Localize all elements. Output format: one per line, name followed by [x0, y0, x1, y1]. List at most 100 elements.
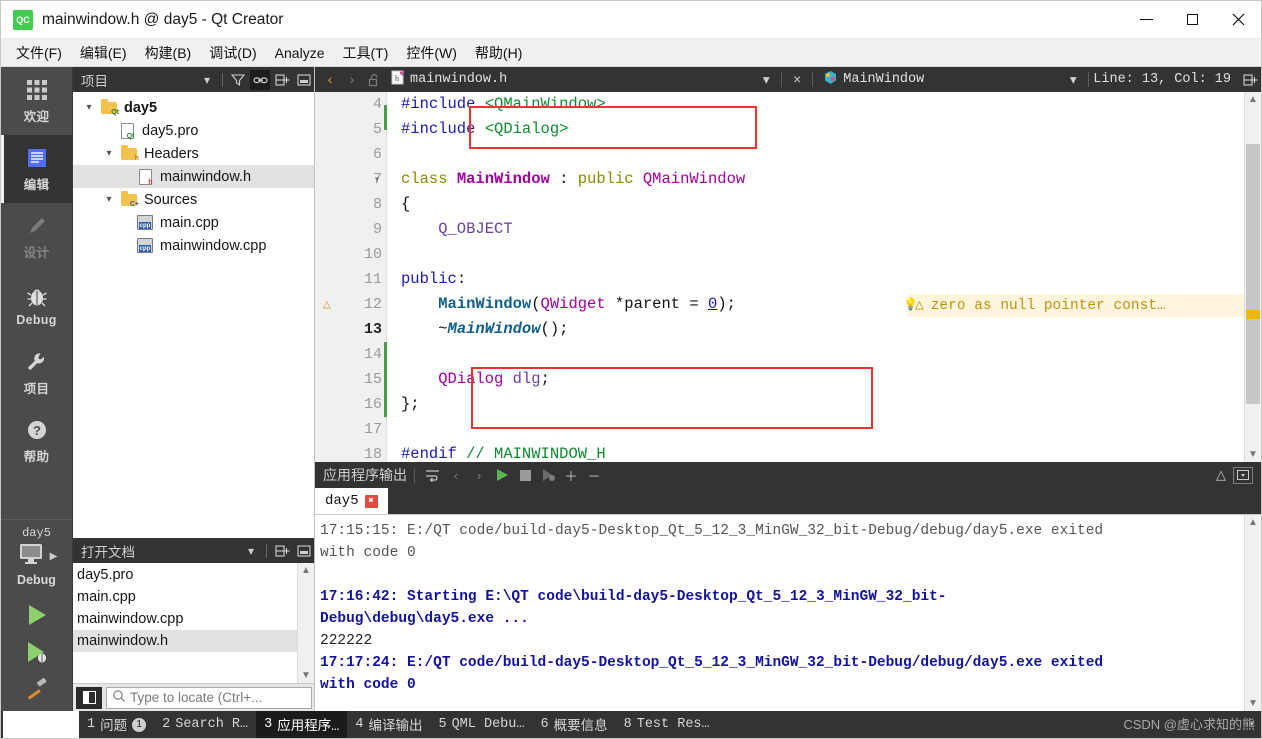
pane-dropdown-icon[interactable]: ▾ — [197, 70, 217, 90]
wrap-lines-icon[interactable] — [422, 464, 444, 486]
scroll-down-icon[interactable]: ▼ — [1248, 449, 1258, 460]
open-doc-main-cpp[interactable]: main.cpp — [73, 586, 297, 608]
locator-input[interactable]: Type to locate (Ctrl+... — [106, 686, 312, 709]
split-icon[interactable] — [1239, 69, 1261, 91]
scroll-up-icon[interactable]: ▲ — [1248, 517, 1258, 528]
mode-edit[interactable]: 编辑 — [1, 135, 72, 203]
tree-item-mainwindow-h[interactable]: h mainwindow.h — [73, 165, 314, 188]
mode-debug[interactable]: Debug — [1, 271, 72, 339]
mode-selector: 欢迎 编辑 设计 Debug 项目 ? 帮助 day5 ▶ Debug — [1, 67, 73, 711]
lightbulb-icon[interactable]: 💡 — [903, 297, 918, 312]
code-text-area[interactable]: #include <QMainWindow> #include <QDialog… — [387, 92, 1244, 462]
split-icon[interactable] — [272, 70, 292, 90]
split-icon[interactable] — [272, 541, 292, 561]
output-scrollbar[interactable]: ▲ ▼ — [1244, 515, 1261, 711]
filter-icon[interactable] — [228, 70, 248, 90]
minimize-button[interactable] — [1123, 1, 1169, 39]
code-editor[interactable]: 4 5 6 7 ▾ 8 9 10 11 △ 12 13 14 15 16 17 … — [315, 92, 1261, 462]
menu-build[interactable]: 构建(B) — [136, 40, 201, 66]
menu-edit[interactable]: 编辑(E) — [71, 40, 136, 66]
gutter-line-warning[interactable]: △ 12 — [315, 292, 386, 317]
fold-chevron-icon[interactable]: ▾ — [374, 174, 380, 186]
open-doc-day5-pro[interactable]: day5.pro — [73, 564, 297, 586]
twisty-icon[interactable]: ▾ — [99, 194, 119, 205]
mode-help[interactable]: ? 帮助 — [1, 407, 72, 475]
tree-item-mainwindow-cpp[interactable]: cpp mainwindow.cpp — [73, 234, 314, 257]
menu-help[interactable]: 帮助(H) — [466, 40, 531, 66]
menu-tools[interactable]: 工具(T) — [333, 40, 397, 66]
scroll-down-icon[interactable]: ▼ — [301, 670, 311, 681]
symbol-dropdown-icon[interactable]: ▾ — [1062, 69, 1084, 91]
status-tab-qml-debugger[interactable]: 5 QML Debu… — [430, 714, 532, 735]
project-tree[interactable]: ▾ Qt day5 Qt day5.pro ▾ h Headers h main… — [73, 92, 314, 538]
twisty-icon[interactable]: ▾ — [99, 148, 119, 159]
kit-selector[interactable]: day5 ▶ Debug — [1, 520, 72, 591]
open-doc-mainwindow-h[interactable]: mainwindow.h — [73, 630, 297, 652]
scroll-up-icon[interactable]: ▲ — [301, 565, 311, 576]
tree-item-headers[interactable]: ▾ h Headers — [73, 142, 314, 165]
maximize-button[interactable] — [1169, 1, 1215, 39]
mode-welcome[interactable]: 欢迎 — [1, 67, 72, 135]
current-file-combo[interactable]: h mainwindow.h — [385, 69, 511, 91]
nav-back-icon[interactable]: ‹ — [319, 69, 341, 91]
menu-analyze[interactable]: Analyze — [266, 42, 334, 64]
output-text[interactable]: 17:15:15: E:/QT code/build-day5-Desktop_… — [315, 515, 1244, 711]
chevron-down-icon[interactable]: ▾ — [755, 69, 777, 91]
debug-button[interactable] — [22, 638, 52, 666]
inline-warning-annotation[interactable]: △ zero as null pointer const… — [907, 294, 1244, 317]
status-tab-general-messages[interactable]: 6 概要信息 — [533, 711, 616, 738]
nav-forward-icon[interactable]: › — [341, 69, 363, 91]
zoom-in-icon[interactable]: ＋ — [560, 464, 582, 486]
status-tab-test-results[interactable]: 8 Test Res… — [616, 714, 718, 735]
open-documents-scrollbar[interactable]: ▲ ▼ — [297, 563, 314, 683]
sidebar-toggle-icon[interactable] — [76, 686, 102, 709]
tree-item-main-cpp[interactable]: cpp main.cpp — [73, 211, 314, 234]
mode-design[interactable]: 设计 — [1, 203, 72, 271]
close-button[interactable] — [1215, 1, 1261, 39]
pane-dropdown-icon[interactable]: ▾ — [241, 541, 261, 561]
status-tab-search-results[interactable]: 2 Search R… — [154, 714, 256, 735]
menu-widgets[interactable]: 控件(W) — [397, 40, 466, 66]
zoom-out-icon[interactable]: － — [583, 464, 605, 486]
scroll-up-icon[interactable]: ▲ — [1248, 94, 1258, 105]
close-pane-icon[interactable] — [294, 70, 314, 90]
window-controls — [1123, 1, 1261, 39]
collapse-icon[interactable]: △ — [1210, 464, 1232, 486]
mode-projects[interactable]: 项目 — [1, 339, 72, 407]
stop-icon[interactable] — [514, 464, 536, 486]
menu-debug[interactable]: 调试(D) — [200, 40, 265, 66]
status-tab-compile-output[interactable]: 4 编译输出 — [347, 711, 430, 738]
open-doc-mainwindow-cpp[interactable]: mainwindow.cpp — [73, 608, 297, 630]
open-documents-list[interactable]: day5.pro main.cpp mainwindow.cpp mainwin… — [73, 563, 314, 683]
prev-item-icon[interactable]: ‹ — [445, 464, 467, 486]
menu-file[interactable]: 文件(F) — [7, 40, 71, 66]
build-button[interactable] — [22, 675, 52, 703]
tree-item-day5-pro[interactable]: Qt day5.pro — [73, 119, 314, 142]
output-tab-day5[interactable]: day5 ✖ — [315, 488, 388, 514]
scrollbar-thumb[interactable] — [1246, 144, 1260, 404]
tree-item-sources[interactable]: ▾ C+ Sources — [73, 188, 314, 211]
twisty-icon[interactable]: ▾ — [79, 102, 99, 113]
next-item-icon[interactable]: › — [468, 464, 490, 486]
line-number-gutter: 4 5 6 7 ▾ 8 9 10 11 △ 12 13 14 15 16 17 … — [315, 92, 387, 462]
mode-welcome-label: 欢迎 — [23, 110, 50, 124]
maximize-pane-icon[interactable] — [1233, 466, 1253, 484]
run-button[interactable] — [22, 601, 52, 629]
open-documents-title: 打开文档 — [81, 544, 135, 560]
close-pane-icon[interactable] — [294, 541, 314, 561]
editor-scrollbar[interactable]: ▲ ▼ — [1244, 92, 1261, 462]
tree-item-day5[interactable]: ▾ Qt day5 — [73, 96, 314, 119]
scroll-down-icon[interactable]: ▼ — [1248, 698, 1258, 709]
current-file-name: mainwindow.h — [410, 72, 508, 87]
attach-debugger-icon[interactable] — [537, 464, 559, 486]
cpp-file-icon: cpp — [135, 214, 155, 232]
status-tab-number: 8 — [623, 717, 632, 732]
status-tab-application-output[interactable]: 3 应用程序… — [256, 711, 348, 738]
symbol-combo[interactable]: MainWindow — [817, 69, 928, 91]
run-icon[interactable] — [491, 464, 513, 486]
link-icon[interactable] — [250, 69, 270, 90]
unlock-icon[interactable] — [363, 69, 385, 91]
status-tab-issues[interactable]: 1 问题 1 — [79, 711, 154, 738]
close-icon[interactable]: ✖ — [364, 494, 378, 508]
close-editor-icon[interactable]: × — [786, 69, 808, 91]
